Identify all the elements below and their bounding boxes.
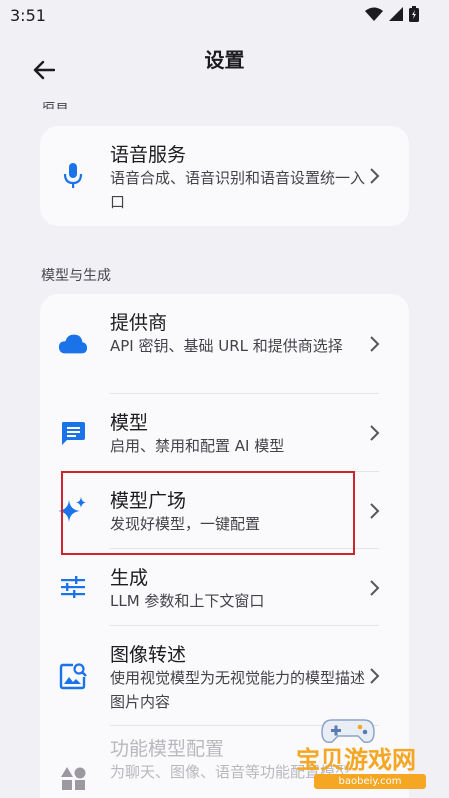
item-title: 语音服务: [110, 144, 187, 166]
sliders-icon: [58, 572, 88, 602]
item-subtitle: API 密钥、基础 URL 和提供商选择: [110, 337, 343, 355]
item-subtitle: 启用、禁用和配置 AI 模型: [110, 437, 285, 455]
watermark-url: baobeiy.com: [314, 774, 426, 789]
chevron-right-icon: [370, 503, 380, 519]
watermark-text: 宝贝游戏网: [296, 746, 416, 774]
status-icons: [365, 6, 419, 22]
microphone-icon: [58, 161, 88, 191]
wifi-icon: [365, 7, 383, 21]
speech-service-item[interactable]: 语音服务 语音合成、语音识别和语音设置统一入口: [40, 126, 409, 226]
sparkle-icon: [58, 496, 88, 526]
item-title: 模型: [110, 412, 149, 434]
chevron-right-icon: [370, 336, 380, 352]
generation-item[interactable]: 生成 LLM 参数和上下文窗口: [40, 549, 409, 626]
item-subtitle: 使用视觉模型为无视觉能力的模型描述图片内容: [110, 669, 366, 711]
chevron-right-icon: [370, 425, 380, 441]
item-subtitle: 发现好模型，一键配置: [110, 515, 261, 533]
item-title: 图像转述: [110, 644, 187, 666]
signal-icon: [389, 7, 403, 21]
chevron-right-icon: [370, 168, 380, 184]
item-title: 功能模型配置: [110, 738, 225, 760]
item-title: 模型广场: [110, 490, 187, 512]
image-description-item[interactable]: 图像转述 使用视觉模型为无视觉能力的模型描述图片内容: [40, 626, 409, 726]
shapes-icon: [58, 764, 88, 794]
item-subtitle: 语音合成、语音识别和语音设置统一入口: [110, 169, 366, 211]
item-title: 生成: [110, 567, 149, 589]
speech-card: 语音服务 语音合成、语音识别和语音设置统一入口: [40, 126, 409, 226]
chevron-right-icon: [370, 668, 380, 684]
item-subtitle: LLM 参数和上下文窗口: [110, 592, 265, 610]
app-bar: 设置: [0, 32, 449, 102]
chat-bubble-icon: [58, 418, 88, 448]
section-label-model-gen: 模型与生成: [41, 268, 111, 284]
model-plaza-item[interactable]: 模型广场 发现好模型，一键配置: [40, 472, 409, 549]
models-item[interactable]: 模型 启用、禁用和配置 AI 模型: [40, 394, 409, 472]
status-time: 3:51: [10, 6, 46, 25]
item-title: 提供商: [110, 312, 168, 334]
chevron-right-icon: [370, 580, 380, 596]
battery-icon: [409, 6, 419, 22]
watermark-logo: 宝贝游戏网 baobeiy.com: [296, 712, 446, 792]
status-bar: 3:51: [0, 0, 449, 32]
section-label-speech: 语音: [41, 102, 69, 112]
page-title: 设置: [204, 48, 245, 72]
image-search-icon: [58, 661, 88, 691]
provider-item[interactable]: 提供商 API 密钥、基础 URL 和提供商选择: [40, 294, 409, 394]
cloud-icon: [58, 329, 88, 359]
